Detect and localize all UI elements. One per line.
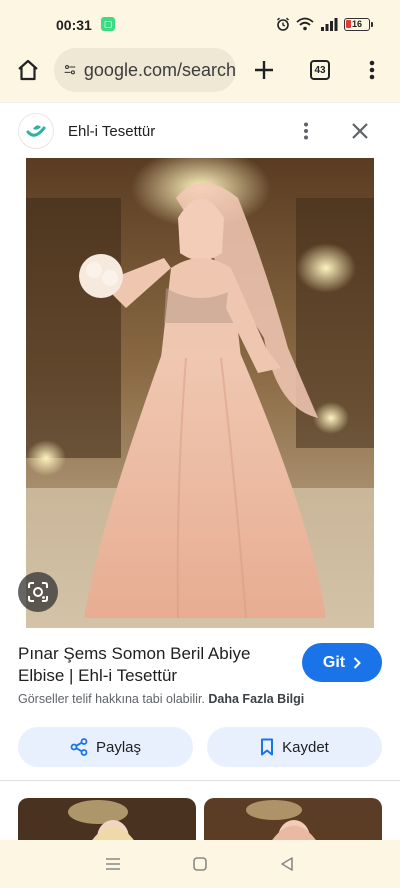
more-options-button[interactable] [294,117,318,145]
learn-more-link[interactable]: Daha Fazla Bilgi [208,692,304,706]
save-label: Kaydet [282,738,329,756]
status-time: 00:31 [56,17,92,33]
close-button[interactable] [346,117,374,145]
close-icon [352,123,368,139]
alarm-icon [276,17,290,31]
chevron-right-icon [353,656,362,669]
plus-icon [255,61,273,79]
battery-level: 16 [351,18,362,29]
related-thumbnail-illustration-1 [18,798,196,843]
site-logo-icon [26,125,46,137]
new-tab-button[interactable] [244,50,284,90]
copyright-text: Görseller telif hakkına tabi olabilir. [18,692,205,706]
signal-icon [321,18,338,31]
home-nav-icon[interactable] [192,856,208,872]
related-image-thumbnail[interactable] [18,798,196,843]
share-label: Paylaş [95,738,142,756]
image-viewer-header: Ehl-i Tesettür [0,102,400,158]
tab-count: 43 [310,60,330,80]
visit-button[interactable]: Git [302,643,382,682]
bookmark-icon [261,738,274,756]
copyright-notice: Görseller telif hakkına tabi olabilir. D… [18,692,304,706]
more-vert-icon [369,60,375,80]
share-button[interactable]: Paylaş [18,727,193,767]
status-icons: 16 [276,14,373,34]
tab-switcher-button[interactable]: 43 [300,50,340,90]
google-lens-icon [28,582,48,602]
browser-menu-button[interactable] [352,50,392,90]
url-text: google.com/search [83,59,236,80]
back-nav-icon[interactable] [279,856,295,872]
site-logo [18,113,54,149]
save-button[interactable]: Kaydet [207,727,382,767]
system-navigation-bar [0,840,400,888]
result-title[interactable]: Pınar Şems Somon Beril Abiye Elbise | Eh… [18,643,288,687]
more-vert-icon [304,122,308,140]
home-icon [18,59,38,81]
url-bar[interactable]: google.com/search [54,48,236,92]
recent-apps-icon[interactable] [105,857,121,871]
home-button[interactable] [8,50,48,90]
site-name[interactable]: Ehl-i Tesettür [68,123,155,140]
dress-photo-illustration [26,158,374,628]
google-lens-button[interactable] [18,572,58,612]
section-divider [0,780,400,781]
app-notification-icon: ▢ [101,17,115,31]
tune-icon[interactable] [64,61,76,79]
share-icon [70,738,88,756]
status-bar: 00:31 ▢ 16 [0,0,400,50]
related-thumbnail-illustration-2 [204,798,382,843]
related-image-thumbnail[interactable] [204,798,382,843]
result-image[interactable] [26,158,374,628]
visit-button-label: Git [322,653,346,671]
battery-icon: 16 [344,17,373,31]
wifi-icon [296,17,314,31]
